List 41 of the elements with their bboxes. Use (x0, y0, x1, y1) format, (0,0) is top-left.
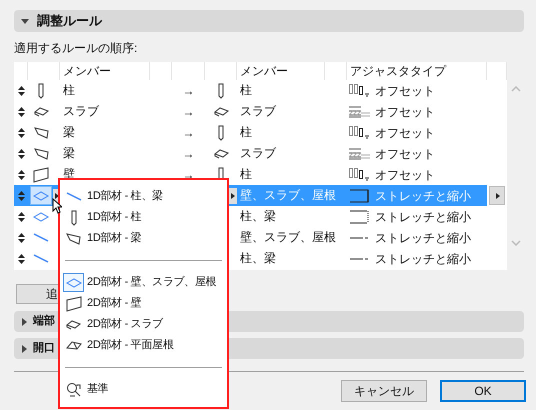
column-header: メンバー (63, 64, 111, 78)
member-text: 柱、梁 (240, 251, 276, 265)
adjust-type-text: ストレッチと縮小 (375, 208, 471, 226)
order-label: 適用するルールの順序: (14, 40, 138, 57)
menu-label: 2D部材 - 壁、スラブ、屋根 (87, 274, 216, 290)
column-header: アジャスタタイプ (350, 64, 446, 78)
arrow-text: → (182, 124, 194, 142)
adjust-type-text: ストレッチと縮小 (375, 188, 471, 204)
arrow-text: → (182, 82, 194, 100)
menu-label: 2D部材 - 壁 (87, 296, 142, 312)
menu-label: 1D部材 - 柱 (87, 210, 142, 226)
adjust-type-text: オフセット (375, 146, 435, 162)
adjust-type-text: ストレッチと縮小 (375, 250, 471, 268)
adjust-type-text: オフセット (375, 124, 435, 142)
menu-label: 1D部材 - 柱、梁 (87, 188, 163, 204)
column-header: メンバー (240, 64, 288, 78)
member-text: スラブ (240, 104, 276, 118)
adjust-type-text: オフセット (375, 82, 435, 100)
menu-label: 2D部材 - 平面屋根 (87, 338, 174, 354)
member-text: 梁 (63, 125, 75, 139)
member-text: 壁、スラブ、屋根 (240, 188, 336, 202)
member-text: 柱 (240, 83, 252, 97)
menu-label: 基準 (87, 382, 108, 398)
member-text: 柱 (63, 83, 75, 97)
adjust-type-text: オフセット (375, 104, 435, 120)
member-text: スラブ (63, 104, 99, 118)
section-title: 調整ルール (37, 12, 102, 30)
menu-label: 1D部材 - 梁 (87, 230, 142, 246)
member-text: 柱 (240, 125, 252, 139)
member-text: 柱、梁 (240, 209, 276, 223)
arrow-text: → (182, 146, 194, 162)
member-text: 梁 (63, 146, 75, 160)
adjust-type-text: オフセット (375, 166, 435, 184)
member-text: スラブ (240, 146, 276, 160)
member-text: 壁、スラブ、屋根 (240, 230, 336, 244)
section-title: 開口 (33, 341, 55, 356)
member-text: 柱 (240, 167, 252, 181)
adjust-type-text: ストレッチと縮小 (375, 230, 471, 246)
section-title: 端部 (33, 314, 55, 330)
menu-label: 2D部材 - スラブ (87, 316, 163, 332)
arrow-text: → (182, 104, 194, 120)
